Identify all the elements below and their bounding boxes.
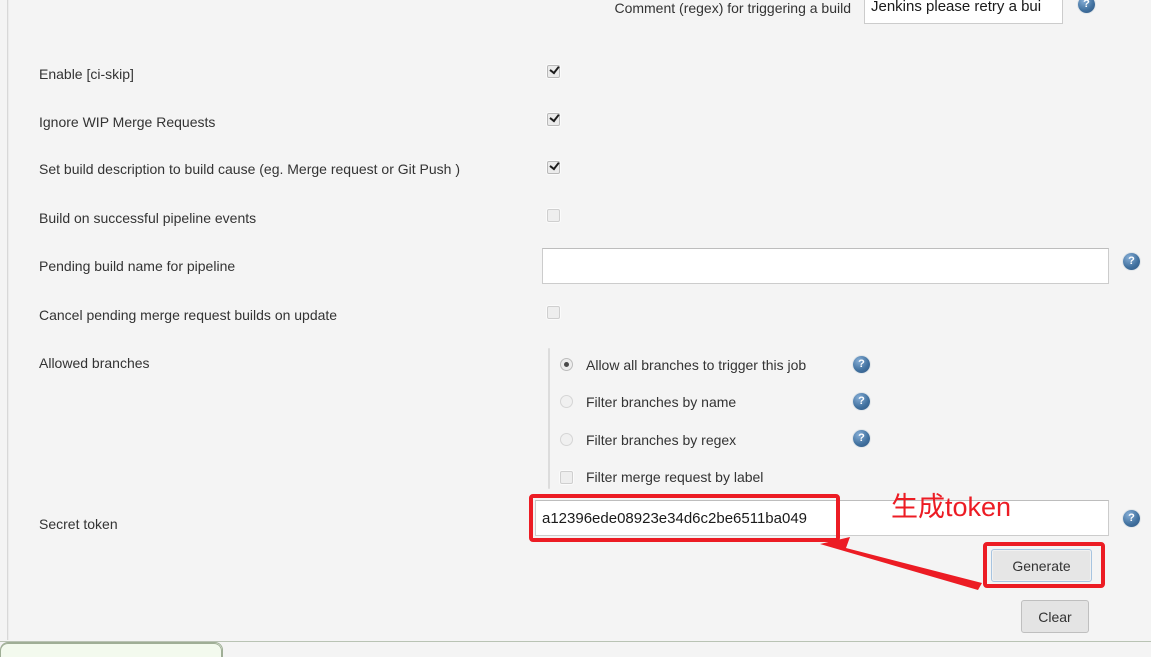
checkbox-ignore-wip-merge-requests[interactable]	[547, 113, 560, 126]
generate-button[interactable]: Generate	[991, 549, 1092, 582]
clear-button[interactable]: Clear	[1021, 600, 1089, 633]
pending-build-name-input[interactable]	[542, 248, 1109, 284]
label-cancel-pending-merge-request-builds: Cancel pending merge request builds on u…	[39, 307, 338, 323]
label-set-build-description: Set build description to build cause (eg…	[39, 161, 460, 177]
help-question-icon[interactable]: ?	[853, 430, 870, 447]
label-secret-token: Secret token	[39, 516, 118, 532]
left-section-border-inner	[8, 0, 9, 640]
allowed-branches-divider	[548, 348, 550, 489]
checkbox-set-build-description[interactable]	[547, 161, 560, 174]
help-question-icon[interactable]: ?	[1078, 0, 1095, 13]
checkbox-cancel-pending-merge-request-builds[interactable]	[547, 306, 560, 319]
help-icon-glyph: ?	[1128, 511, 1135, 524]
help-question-icon[interactable]: ?	[853, 356, 870, 373]
label-build-on-successful-pipeline-events: Build on successful pipeline events	[39, 210, 257, 226]
label-enable-ci-skip: Enable [ci-skip]	[39, 66, 134, 82]
checkbox-build-on-successful-pipeline-events[interactable]	[547, 209, 560, 222]
radio-label-filter-branches-by-regex[interactable]: Filter branches by regex	[586, 432, 736, 448]
label-ignore-wip-merge-requests: Ignore WIP Merge Requests	[39, 114, 216, 130]
annotation-arrow-to-token-field	[820, 537, 982, 590]
secret-token-input[interactable]: a12396ede08923e34d6c2be6511ba049	[535, 500, 1109, 536]
jenkins-gitlab-trigger-config-page: Comment (regex) for triggering a build J…	[0, 0, 1151, 657]
help-question-icon[interactable]: ?	[853, 393, 870, 410]
radio-filter-branches-by-name[interactable]	[560, 395, 573, 408]
help-icon-glyph: ?	[858, 357, 865, 370]
radio-label-allow-all-branches[interactable]: Allow all branches to trigger this job	[586, 357, 806, 373]
arrow-shape	[820, 537, 982, 590]
radio-filter-branches-by-regex[interactable]	[560, 433, 573, 446]
label-comment-regex: Comment (regex) for triggering a build	[614, 0, 851, 16]
radio-label-filter-branches-by-name[interactable]: Filter branches by name	[586, 394, 736, 410]
label-pending-build-name: Pending build name for pipeline	[39, 258, 236, 274]
radio-allow-all-branches[interactable]	[560, 358, 573, 371]
checkbox-filter-merge-request-by-label[interactable]	[560, 471, 573, 484]
help-question-icon[interactable]: ?	[1123, 253, 1140, 270]
help-icon-glyph: ?	[858, 394, 865, 407]
help-question-icon[interactable]: ?	[1123, 510, 1140, 527]
label-allowed-branches: Allowed branches	[39, 355, 150, 371]
checkbox-label-filter-merge-request-by-label[interactable]: Filter merge request by label	[586, 469, 763, 485]
help-icon-glyph: ?	[1083, 0, 1090, 10]
checkbox-enable-ci-skip[interactable]	[547, 65, 560, 78]
help-icon-glyph: ?	[1128, 254, 1135, 267]
help-icon-glyph: ?	[858, 431, 865, 444]
next-section-panel-fill	[0, 643, 222, 657]
comment-regex-input[interactable]: Jenkins please retry a bui	[864, 0, 1063, 24]
annotation-callout-text: 生成token	[891, 492, 1012, 522]
